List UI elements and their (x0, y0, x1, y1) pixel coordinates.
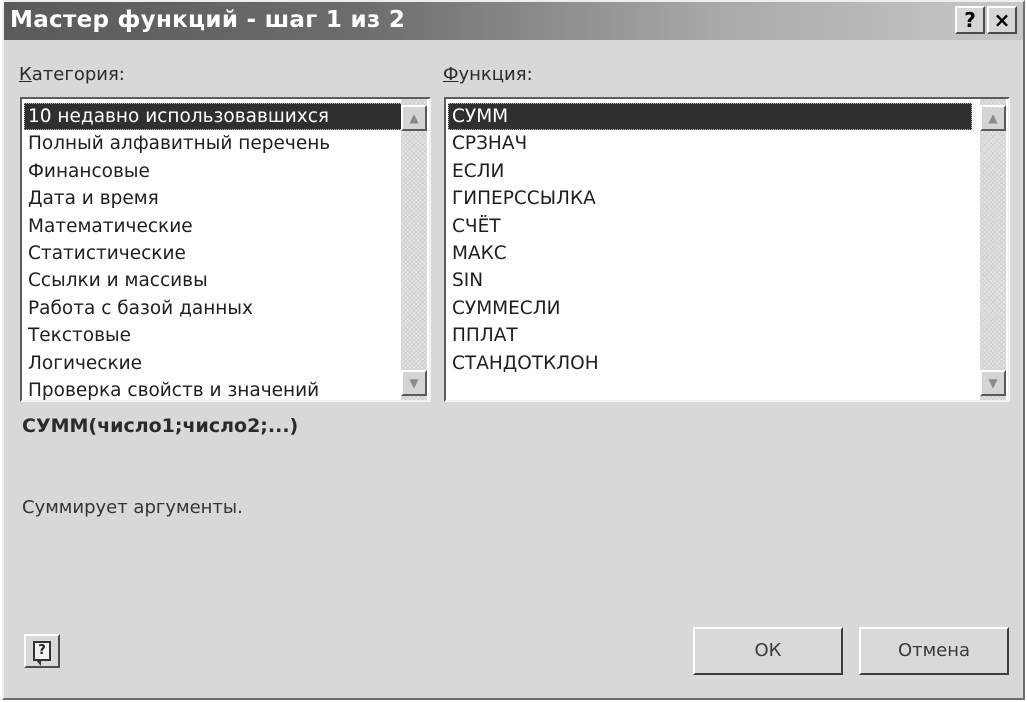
category-scroll-down-button[interactable]: ▼ (401, 370, 427, 396)
function-item[interactable]: СУММЕСЛИ (448, 295, 972, 322)
function-item[interactable]: ГИПЕРССЫЛКА (448, 185, 972, 212)
up-arrow-icon: ▲ (988, 111, 998, 125)
ok-button[interactable]: ОК (693, 627, 843, 675)
help-button[interactable]: ? (24, 634, 60, 668)
function-wizard-dialog: Мастер функций - шаг 1 из 2 ? × Категори… (2, 0, 1025, 700)
title-help-button[interactable]: ? (955, 6, 985, 34)
function-label: Функция: (443, 64, 533, 85)
category-item[interactable]: Проверка свойств и значений (24, 377, 403, 400)
function-listbox[interactable]: СУММ СРЗНАЧ ЕСЛИ ГИПЕРССЫЛКА СЧЁТ МАКС S… (444, 97, 1010, 402)
category-item[interactable]: Работа с базой данных (24, 295, 403, 322)
category-item[interactable]: Ссылки и массивы (24, 267, 403, 294)
title-bar[interactable]: Мастер функций - шаг 1 из 2 ? × (4, 2, 1023, 40)
category-item[interactable]: Дата и время (24, 185, 403, 212)
function-item[interactable]: СЧЁТ (448, 213, 972, 240)
function-item[interactable]: СУММ (448, 103, 972, 131)
category-item[interactable]: Полный алфавитный перечень (24, 130, 403, 157)
category-label-accelerator: К (19, 64, 32, 85)
category-item[interactable]: Логические (24, 350, 403, 377)
function-label-accelerator: Ф (443, 64, 459, 85)
function-item[interactable]: МАКС (448, 240, 972, 267)
category-item[interactable]: Финансовые (24, 158, 403, 185)
function-scroll-up-button[interactable]: ▲ (980, 105, 1006, 131)
category-label: Категория: (19, 64, 125, 85)
category-item[interactable]: Математические (24, 213, 403, 240)
down-arrow-icon: ▼ (409, 376, 419, 390)
category-item[interactable]: Текстовые (24, 322, 403, 349)
category-scroll-up-button[interactable]: ▲ (401, 105, 427, 131)
help-balloon-tail (36, 660, 41, 666)
close-icon: × (993, 8, 1011, 32)
question-mark-icon: ? (964, 8, 976, 32)
up-arrow-icon: ▲ (409, 111, 419, 125)
category-item[interactable]: Статистические (24, 240, 403, 267)
cancel-button[interactable]: Отмена (859, 627, 1009, 675)
function-item[interactable]: ЕСЛИ (448, 158, 972, 185)
dialog-title: Мастер функций - шаг 1 из 2 (10, 7, 406, 33)
function-scrollbar[interactable]: ▲ ▼ (980, 99, 1006, 400)
help-balloon-icon: ? (33, 641, 51, 661)
category-label-text: атегория: (31, 64, 125, 85)
function-label-text: ункция: (458, 64, 533, 85)
function-item[interactable]: СРЗНАЧ (448, 130, 972, 157)
down-arrow-icon: ▼ (988, 376, 998, 390)
category-scrollbar[interactable]: ▲ ▼ (401, 99, 427, 400)
function-description: Суммирует аргументы. (22, 497, 243, 518)
function-list: СУММ СРЗНАЧ ЕСЛИ ГИПЕРССЫЛКА СЧЁТ МАКС S… (448, 103, 972, 377)
function-item[interactable]: ППЛАТ (448, 322, 972, 349)
function-signature: СУММ(число1;число2;...) (22, 415, 299, 437)
category-list: 10 недавно использовавшихся Полный алфав… (24, 103, 403, 400)
title-close-button[interactable]: × (987, 6, 1017, 34)
category-listbox[interactable]: 10 недавно использовавшихся Полный алфав… (20, 97, 431, 402)
function-item[interactable]: СТАНДОТКЛОН (448, 350, 972, 377)
function-item[interactable]: SIN (448, 267, 972, 294)
category-item[interactable]: 10 недавно использовавшихся (24, 103, 403, 131)
function-scroll-down-button[interactable]: ▼ (980, 370, 1006, 396)
